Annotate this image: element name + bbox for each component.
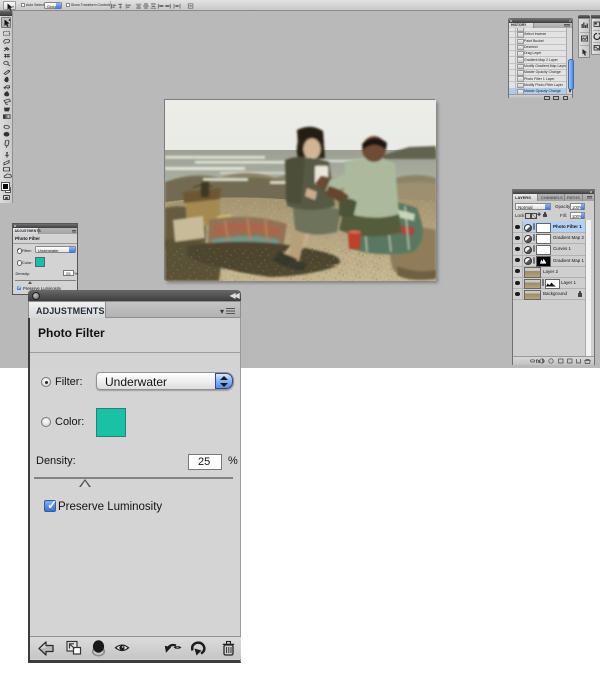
svg-text:fx: fx <box>536 359 541 364</box>
